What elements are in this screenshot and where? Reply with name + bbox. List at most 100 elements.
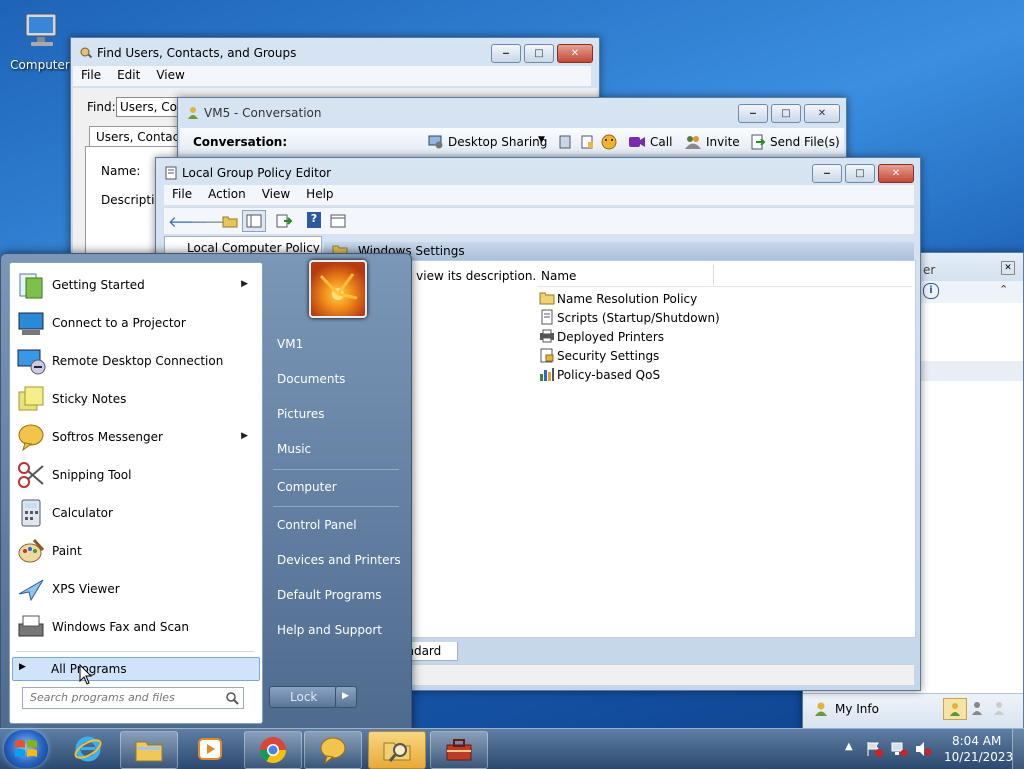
menu-edit[interactable]: Edit bbox=[109, 66, 148, 84]
call-button[interactable]: Call bbox=[628, 132, 678, 152]
minimize-button[interactable]: ‒ bbox=[491, 44, 521, 63]
network-icon[interactable] bbox=[890, 741, 908, 757]
info-icon[interactable]: i bbox=[923, 283, 939, 299]
menu-file[interactable]: File bbox=[164, 185, 200, 203]
expand-arrow-icon: ▶ bbox=[19, 662, 26, 672]
volume-muted-icon[interactable] bbox=[914, 741, 932, 757]
maximize-button[interactable]: □ bbox=[524, 44, 554, 63]
start-right-computer[interactable]: Computer bbox=[269, 472, 405, 502]
taskbar-find-users[interactable] bbox=[368, 731, 426, 769]
minimize-button[interactable]: ‒ bbox=[738, 104, 768, 123]
taskbar-chrome[interactable] bbox=[244, 731, 302, 769]
taskbar-group-policy[interactable] bbox=[430, 731, 488, 769]
menu-action[interactable]: Action bbox=[200, 185, 254, 203]
start-right-devices-printers[interactable]: Devices and Printers bbox=[269, 545, 405, 575]
close-button[interactable]: ✕ bbox=[878, 164, 914, 183]
menu-help[interactable]: Help bbox=[298, 185, 341, 203]
taskbar-internet-explorer[interactable] bbox=[60, 731, 116, 767]
fax-icon bbox=[18, 615, 44, 637]
program-getting-started[interactable]: Getting Started ▶ bbox=[12, 267, 258, 303]
notes-icon[interactable] bbox=[579, 134, 595, 150]
search-box[interactable]: Search programs and files bbox=[22, 687, 244, 709]
details-header: Windows Settings bbox=[324, 242, 914, 260]
close-button[interactable]: ✕ bbox=[804, 104, 840, 123]
description-pane: o view its description. Name Name Resolu… bbox=[324, 260, 916, 638]
send-files-button[interactable]: Send File(s) bbox=[750, 132, 840, 152]
menu-file[interactable]: File bbox=[73, 66, 109, 84]
show-desktop-button[interactable] bbox=[1012, 729, 1024, 769]
action-center-flag-icon[interactable] bbox=[866, 741, 884, 757]
start-button[interactable] bbox=[4, 730, 48, 768]
close-icon[interactable]: ✕ bbox=[1001, 261, 1015, 275]
program-windows-fax-scan[interactable]: Windows Fax and Scan bbox=[12, 609, 258, 645]
lock-button[interactable]: Lock bbox=[269, 686, 337, 708]
list-item[interactable]: Scripts (Startup/Shutdown) bbox=[537, 308, 737, 326]
start-right-music[interactable]: Music bbox=[269, 434, 405, 464]
toolbar: 🡐 🡒 ? bbox=[164, 207, 914, 234]
taskbar-media-player[interactable] bbox=[182, 731, 238, 767]
show-hidden-icons-chevron[interactable]: ▲ bbox=[845, 741, 853, 752]
gpo-titlebar[interactable]: Local Group Policy Editor ‒ □ ✕ bbox=[156, 158, 920, 188]
tab-users[interactable]: Users, Contacts, bbox=[89, 126, 194, 147]
taskbar-messenger[interactable] bbox=[304, 731, 362, 769]
conversation-titlebar[interactable]: VM5 - Conversation ‒ □ ✕ bbox=[178, 98, 846, 128]
clock-time[interactable]: 8:04 AM bbox=[952, 734, 1001, 748]
export-list-icon[interactable] bbox=[276, 213, 292, 229]
clipboard-icon[interactable] bbox=[557, 134, 573, 150]
list-item[interactable]: Deployed Printers bbox=[537, 327, 737, 345]
minimize-button[interactable]: ‒ bbox=[812, 164, 842, 183]
gpo-title: Local Group Policy Editor bbox=[182, 166, 332, 180]
program-connect-projector[interactable]: Connect to a Projector bbox=[12, 305, 258, 341]
find-window-titlebar[interactable]: Find Users, Contacts, and Groups ‒ □ ✕ bbox=[71, 38, 599, 68]
folder-icon bbox=[539, 292, 555, 305]
status-offline-icon[interactable] bbox=[991, 700, 1007, 716]
help-icon[interactable]: ? bbox=[307, 212, 321, 228]
desktop-computer-shortcut[interactable]: Computer bbox=[8, 8, 72, 74]
start-right-pictures[interactable]: Pictures bbox=[269, 399, 405, 429]
show-hide-tree-button[interactable] bbox=[242, 210, 266, 232]
chevron-down-icon: ▼ bbox=[538, 135, 545, 145]
status-online-button[interactable] bbox=[943, 698, 967, 720]
scissors-icon bbox=[18, 462, 44, 488]
find-window-title: Find Users, Contacts, and Groups bbox=[97, 46, 297, 60]
properties-icon[interactable] bbox=[330, 213, 346, 229]
shutdown-options-button[interactable]: ▶ bbox=[335, 686, 357, 708]
smiley-icon[interactable] bbox=[600, 134, 618, 150]
clock-date[interactable]: 10/21/2023 bbox=[944, 750, 1013, 764]
search-placeholder: Search programs and files bbox=[30, 691, 175, 704]
maximize-button[interactable]: □ bbox=[771, 104, 801, 123]
all-programs-button[interactable]: ▶ All Programs bbox=[12, 657, 260, 681]
program-softros-messenger[interactable]: Softros Messenger ▶ bbox=[12, 419, 258, 455]
program-xps-viewer[interactable]: XPS Viewer bbox=[12, 571, 258, 607]
paint-icon bbox=[18, 538, 45, 563]
status-away-icon[interactable] bbox=[969, 700, 985, 716]
start-right-help-support[interactable]: Help and Support bbox=[269, 615, 405, 645]
policy-editor-icon bbox=[165, 166, 177, 180]
program-snipping-tool[interactable]: Snipping Tool bbox=[12, 457, 258, 493]
program-remote-desktop[interactable]: Remote Desktop Connection bbox=[12, 343, 258, 379]
name-column-header[interactable]: Name bbox=[537, 265, 714, 285]
program-calculator[interactable]: Calculator bbox=[12, 495, 258, 531]
maximize-button[interactable]: □ bbox=[845, 164, 875, 183]
menu-view[interactable]: View bbox=[254, 185, 298, 203]
start-right-vm1[interactable]: VM1 bbox=[269, 329, 405, 359]
my-info-button[interactable]: My Info bbox=[813, 699, 933, 719]
start-right-default-programs[interactable]: Default Programs bbox=[269, 580, 405, 610]
start-right-control-panel[interactable]: Control Panel bbox=[269, 510, 405, 540]
invite-button[interactable]: Invite bbox=[684, 132, 744, 152]
menu-view[interactable]: View bbox=[148, 66, 192, 84]
close-button[interactable]: ✕ bbox=[557, 44, 593, 63]
conversation-title: VM5 - Conversation bbox=[204, 106, 322, 120]
list-item[interactable]: Name Resolution Policy bbox=[537, 289, 737, 307]
list-item[interactable]: Policy-based QoS bbox=[537, 365, 737, 383]
up-folder-icon[interactable] bbox=[222, 213, 238, 229]
taskbar-explorer[interactable] bbox=[120, 731, 178, 769]
list-item[interactable]: Security Settings bbox=[537, 346, 737, 364]
chevron-up-icon[interactable]: ⌃ bbox=[999, 283, 1008, 296]
chart-icon bbox=[540, 368, 554, 381]
user-picture[interactable] bbox=[309, 260, 367, 318]
start-right-documents[interactable]: Documents bbox=[269, 364, 405, 394]
program-paint[interactable]: Paint bbox=[12, 533, 258, 569]
mouse-cursor-icon bbox=[79, 664, 93, 685]
program-sticky-notes[interactable]: Sticky Notes bbox=[12, 381, 258, 417]
